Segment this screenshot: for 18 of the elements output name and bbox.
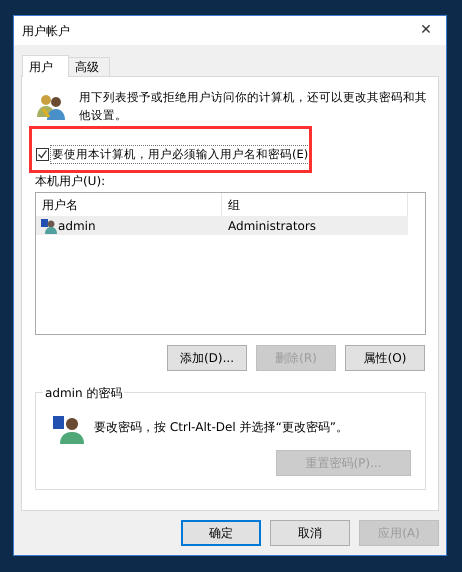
window-title: 用户帐户	[22, 22, 70, 40]
user-icon	[41, 218, 57, 234]
checkbox[interactable]	[36, 148, 49, 161]
button[interactable]: 取消	[270, 520, 350, 546]
user-computer-icon	[52, 413, 84, 445]
close-button[interactable]: ✕	[406, 16, 446, 45]
password-message: 要改密码，按 Ctrl-Alt-Del 并选择“更改密码”。	[94, 419, 348, 436]
users-label: 本机用户(U):	[35, 173, 106, 190]
tab[interactable]: 高级	[69, 57, 110, 76]
intro-text: 用下列表授予或拒绝用户访问你的计算机，还可以更改其密码和其他设置。	[79, 89, 428, 124]
tab[interactable]: 用户	[22, 55, 69, 77]
checkbox-label[interactable]: 要使用本计算机，用户必须输入用户名和密码(E)	[50, 144, 310, 164]
button[interactable]: 确定	[181, 520, 261, 546]
button[interactable]: 添加(D)...	[167, 345, 247, 371]
table-cell-text: Administrators	[228, 218, 316, 234]
table-row[interactable]: admin Administrators	[36, 216, 408, 235]
table-cell-text: admin	[58, 218, 96, 234]
button[interactable]: 属性(O)	[345, 345, 425, 371]
